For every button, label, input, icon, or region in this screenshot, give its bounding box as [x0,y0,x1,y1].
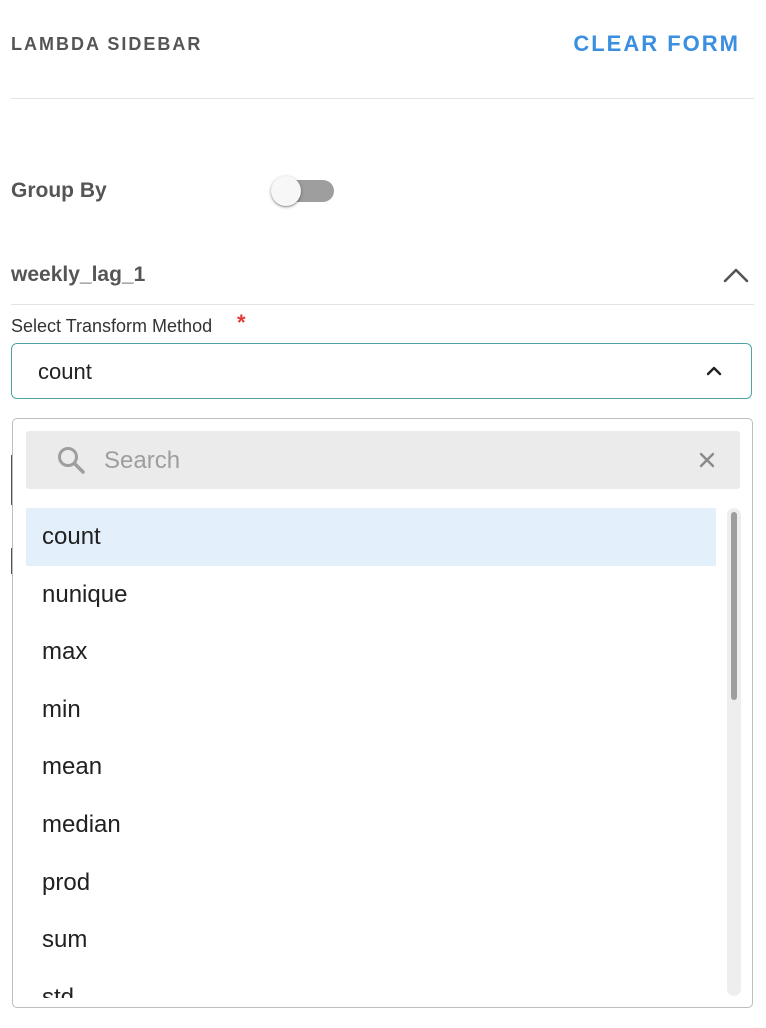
close-icon[interactable] [698,451,716,469]
option-std[interactable]: std [26,969,716,998]
option-sum[interactable]: sum [26,911,716,969]
option-prod[interactable]: prod [26,854,716,912]
select-value: count [38,359,92,384]
group-by-toggle[interactable] [271,176,335,208]
option-list: count nunique max min mean median prod s… [26,508,716,998]
group-by-label: Group By [11,179,107,202]
chevron-up-icon[interactable] [722,264,750,286]
option-mean[interactable]: mean [26,738,716,796]
chevron-up-icon [705,364,723,378]
search-icon [56,445,86,475]
scrollbar-thumb[interactable] [731,512,737,700]
header-divider [11,98,754,99]
section-title: weekly_lag_1 [11,263,146,286]
option-min[interactable]: min [26,681,716,739]
dropdown-scrollbar[interactable] [727,508,741,996]
option-nunique[interactable]: nunique [26,566,716,624]
clear-form-button[interactable]: CLEAR FORM [573,31,740,57]
transform-method-dropdown: count nunique max min mean median prod s… [12,418,753,1008]
toggle-thumb [271,176,301,206]
search-input[interactable] [102,439,686,483]
transform-method-select[interactable]: count [11,343,752,399]
dropdown-search-bar [26,431,740,489]
section-divider [11,304,754,305]
option-count[interactable]: count [26,508,716,566]
required-indicator: * [237,310,246,335]
lambda-sidebar: LAMBDA SIDEBAR CLEAR FORM Group By weekl… [0,0,766,1028]
option-max[interactable]: max [26,623,716,681]
option-median[interactable]: median [26,796,716,854]
transform-method-label: Select Transform Method [11,316,213,336]
sidebar-title: LAMBDA SIDEBAR [11,34,203,54]
